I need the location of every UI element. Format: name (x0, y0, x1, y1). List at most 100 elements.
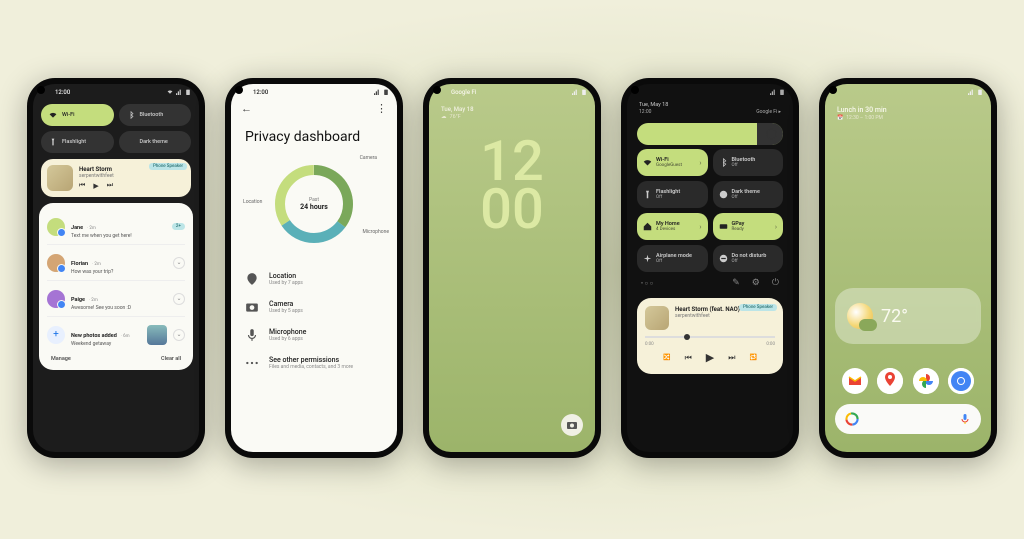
notif-time: 6m (123, 334, 129, 339)
permission-item[interactable]: LocationUsed by 7 apps (245, 265, 383, 293)
permission-item[interactable]: MicrophoneUsed by 6 apps (245, 321, 383, 349)
next-icon[interactable]: ⏭ (107, 181, 113, 190)
manage-button[interactable]: Manage (51, 356, 71, 362)
qs-home-tile[interactable]: My Home4 Devices › (637, 213, 708, 240)
chevron-icon: › (775, 223, 777, 231)
perm-subtitle: Used by 6 apps (269, 336, 306, 342)
expand-icon[interactable]: ⌄ (173, 257, 185, 269)
phone-notifications: 12:00 Wi-Fi Bluetooth Flashlight (27, 78, 205, 458)
qs-gpay-tile[interactable]: GPayReady › (713, 213, 784, 240)
camera-hole-icon (829, 86, 837, 94)
qs-bluetooth-tile[interactable]: BluetoothOff (713, 149, 784, 176)
google-search-bar[interactable] (835, 404, 981, 434)
qs-wifi-tile[interactable]: Wi-Fi (41, 104, 114, 126)
camera-hole-icon (235, 86, 243, 94)
brightness-slider[interactable] (637, 123, 783, 145)
event-time-text: 12:30 – 1:00 PM (846, 115, 883, 121)
notif-message: Weekend getaway (71, 341, 141, 347)
google-logo-icon (845, 412, 859, 426)
output-badge[interactable]: Phone Speaker (739, 304, 777, 311)
weather-widget[interactable]: 72° (835, 288, 981, 344)
notif-time: 2m (94, 262, 100, 267)
chart-segment-label: Location (243, 199, 262, 205)
avatar-icon (47, 254, 65, 272)
play-icon[interactable]: ▶ (706, 351, 714, 364)
clear-all-button[interactable]: Clear all (161, 356, 181, 362)
photos-app-icon[interactable] (913, 368, 939, 394)
chrome-app-icon[interactable] (948, 368, 974, 394)
output-badge[interactable]: Phone Speaker (149, 163, 187, 170)
app-dock (825, 368, 991, 394)
weather-sun-icon (847, 303, 873, 329)
shuffle-icon[interactable]: 🔀 (663, 354, 670, 361)
qs-airplane-tile[interactable]: Airplane modeOff (637, 245, 708, 272)
battery-icon (779, 89, 785, 95)
expand-icon[interactable]: ⌄ (173, 293, 185, 305)
permission-item[interactable]: See other permissionsFiles and media, co… (245, 349, 383, 377)
expand-icon[interactable]: ⌄ (173, 329, 185, 341)
repeat-icon[interactable]: 🔁 (749, 354, 756, 361)
prev-icon[interactable]: ⏮ (685, 353, 692, 363)
maps-app-icon[interactable] (877, 368, 903, 394)
weather-temp: 76°F (450, 114, 461, 120)
camera-hole-icon (631, 86, 639, 94)
tile-subtitle: Off (656, 259, 702, 264)
media-card[interactable]: Heart Storm serpentwithfeet ⏮ ▶ ⏭ Phone … (41, 159, 191, 197)
time-total: 0:00 (766, 342, 775, 347)
tile-subtitle: 4 Devices (656, 227, 695, 232)
notification-item[interactable]: Jane · 2m Text me when you get here! 2+ (43, 209, 189, 244)
qs-wifi-tile[interactable]: Wi-FiGoogleGuest › (637, 149, 708, 176)
gpay-icon (719, 222, 728, 231)
more-icon[interactable]: ⋮ (376, 102, 387, 115)
camera-icon (245, 300, 259, 314)
prev-icon[interactable]: ⏮ (79, 181, 85, 190)
camera-hole-icon (37, 86, 45, 94)
status-bar: 12:00 (231, 84, 397, 100)
chart-segment-label: Microphone (362, 229, 389, 235)
progress-bar[interactable] (645, 336, 775, 338)
qs-tile-label: Flashlight (62, 139, 86, 145)
qs-darktheme-tile[interactable]: Dark theme (119, 131, 192, 153)
song-title: Heart Storm (feat. NAO) (675, 306, 740, 313)
qs-flashlight-tile[interactable]: FlashlightOff (637, 181, 708, 208)
edit-icon[interactable]: ✎ (732, 278, 740, 288)
at-a-glance-event[interactable]: Lunch in 30 min (825, 100, 991, 114)
qs-bluetooth-tile[interactable]: Bluetooth (119, 104, 192, 126)
play-icon[interactable]: ▶ (93, 182, 98, 190)
gmail-app-icon[interactable] (842, 368, 868, 394)
notification-item[interactable]: + New photos added · 6m Weekend getaway … (43, 317, 189, 352)
notif-title: New photos added (71, 333, 117, 339)
tile-subtitle: Off (732, 259, 778, 264)
temperature: 72° (881, 306, 908, 327)
lockscreen-date: Tue, May 18 (429, 100, 595, 113)
notification-item[interactable]: Paige · 2m Awesome! See you soon :D ⌄ (43, 281, 189, 316)
mic-icon[interactable] (959, 413, 971, 425)
bluetooth-icon (127, 111, 135, 119)
qs-dnd-tile[interactable]: Do not disturbOff (713, 245, 784, 272)
album-art (47, 165, 73, 191)
page-indicator: • ○ ○ (641, 280, 653, 287)
tile-subtitle: Off (656, 195, 702, 200)
notification-item[interactable]: Florian · 2m How was your trip? ⌄ (43, 245, 189, 280)
add-photos-icon: + (47, 326, 65, 344)
media-card[interactable]: Phone Speaker Heart Storm (feat. NAO) se… (637, 298, 783, 374)
qs-date: Tue, May 18 (627, 100, 793, 108)
chevron-icon: › (699, 159, 701, 167)
chart-segment-label: Camera (360, 155, 377, 161)
settings-icon[interactable]: ⚙ (752, 278, 760, 288)
wifi-icon (643, 158, 652, 167)
back-icon[interactable]: ← (241, 102, 252, 115)
next-icon[interactable]: ⏭ (728, 353, 735, 363)
perm-subtitle: Used by 5 apps (269, 308, 303, 314)
qs-darktheme-tile[interactable]: Dark themeOff (713, 181, 784, 208)
qs-flashlight-tile[interactable]: Flashlight (41, 131, 114, 153)
album-art (645, 306, 669, 330)
camera-shortcut[interactable] (561, 414, 583, 436)
phone-lockscreen: Google Fi Tue, May 18 ☁ 76°F 12 00 (423, 78, 601, 458)
lockscreen-weather: ☁ 76°F (429, 113, 595, 120)
usage-chart: Past 24 hours Camera Microphone Location (269, 159, 359, 249)
lockscreen-clock: 12 00 (429, 138, 595, 233)
permission-item[interactable]: CameraUsed by 5 apps (245, 293, 383, 321)
home-icon (643, 222, 652, 231)
power-icon[interactable]: ⏻ (772, 278, 779, 288)
